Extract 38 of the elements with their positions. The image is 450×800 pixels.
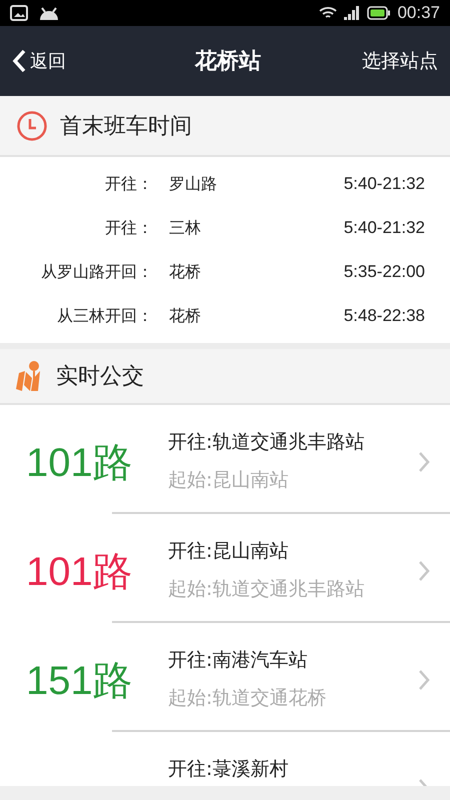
route-number: 151路: [26, 658, 134, 705]
stop-name: 花桥: [168, 262, 202, 282]
destination: 开往:南港汽车站: [168, 648, 308, 673]
image-icon: [10, 5, 28, 21]
direction-label: 从罗山路开回：: [40, 262, 153, 282]
route-row[interactable]: 101路 开往:轨道交通兆丰路站 起始:昆山南站: [0, 405, 450, 514]
destination: 开往:菉溪新村: [168, 757, 290, 782]
station-title: 花桥站: [195, 48, 261, 76]
back-icon: [12, 49, 26, 73]
back-button[interactable]: 返回: [12, 49, 66, 73]
section-title: 实时公交: [56, 363, 144, 391]
destination: 开往:轨道交通兆丰路站: [168, 430, 366, 455]
direction-label: 开往：: [104, 174, 153, 194]
destination: 开往:昆山南站: [168, 539, 290, 564]
stop-name: 三林: [168, 218, 202, 238]
route-number: 101路: [26, 440, 134, 487]
stop-name: 罗山路: [168, 174, 218, 194]
section-title: 首末班车时间: [60, 112, 192, 140]
clock-time: 00:37: [397, 3, 440, 23]
wifi-icon: [319, 6, 338, 20]
stop-name: 花桥: [168, 306, 202, 326]
route-number: 101路: [26, 549, 134, 596]
origin: 起始:轨道交通花桥: [168, 686, 328, 711]
service-hours: 5:40-21:32: [342, 174, 426, 194]
service-hours: 5:35-22:00: [342, 262, 426, 282]
robot-icon: [38, 5, 60, 21]
route-row[interactable]: 151路 开往:南港汽车站 起始:轨道交通花桥: [0, 623, 450, 732]
direction-label: 开往：: [104, 218, 153, 238]
choose-station-button[interactable]: 选择站点: [362, 48, 438, 74]
route-row[interactable]: 101路 开往:昆山南站 起始:轨道交通兆丰路站: [0, 514, 450, 623]
direction-label: 从三林开回：: [56, 306, 153, 326]
service-hours: 5:48-22:38: [342, 306, 426, 326]
clock-icon: [16, 110, 48, 142]
battery-icon: [367, 6, 392, 20]
signal-icon: [343, 6, 362, 20]
origin: 起始:昆山南站: [168, 468, 290, 493]
origin: 起始:轨道交通兆丰路站: [168, 577, 366, 602]
service-hours: 5:40-21:32: [342, 218, 426, 238]
